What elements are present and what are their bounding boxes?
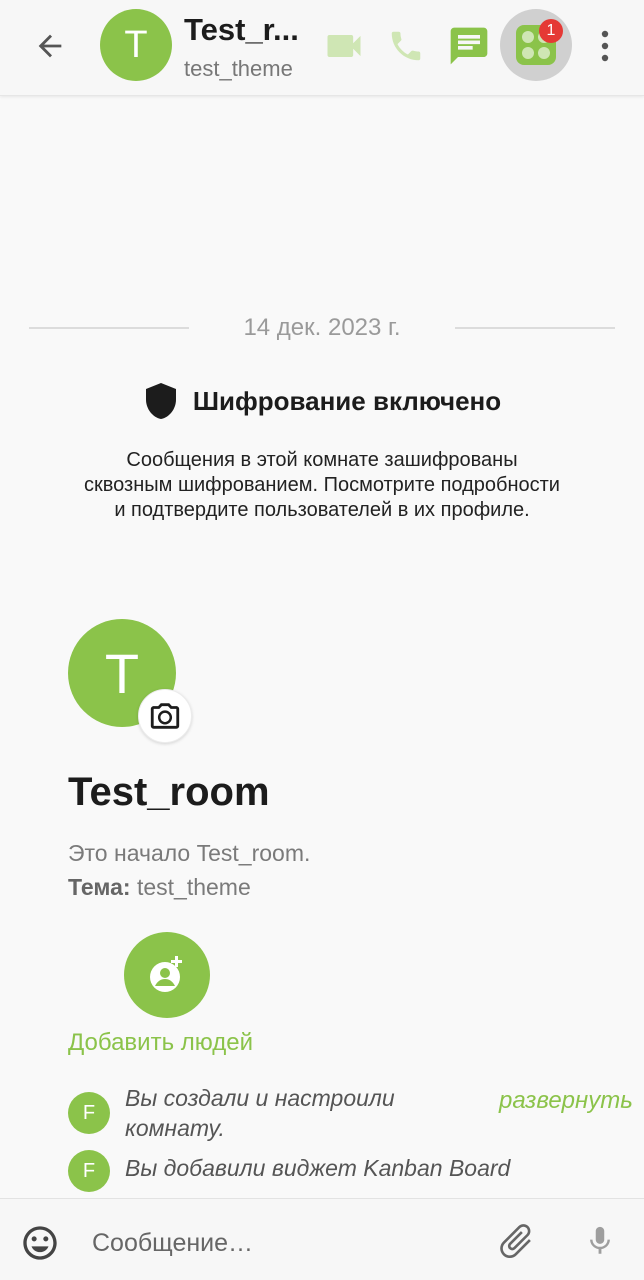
top-app-bar: T Test_r... test_theme 1	[0, 0, 644, 96]
chat-icon	[450, 27, 488, 65]
attach-button[interactable]	[494, 1219, 538, 1263]
room-avatar-letter: T	[124, 23, 148, 66]
widgets-badge: 1	[539, 19, 563, 43]
event-text-line: комнату.	[125, 1115, 225, 1141]
emoji-icon	[23, 1226, 57, 1260]
attachment-icon	[500, 1224, 531, 1259]
event-avatar[interactable]: F	[68, 1150, 110, 1192]
room-topic: test_theme	[184, 56, 293, 81]
widgets-button[interactable]	[500, 9, 572, 81]
back-arrow-icon	[38, 34, 62, 58]
room-intro-topic: Тема: test_theme	[68, 874, 251, 901]
encryption-notice: Шифрование включено	[0, 381, 644, 421]
voice-call-button[interactable]	[382, 22, 430, 70]
encryption-description: Сообщения в этой комнате зашифрованы скв…	[84, 449, 560, 521]
event-text-line: Вы создали и настроили	[125, 1085, 395, 1111]
room-intro-beginning: Это начало Test_room.	[68, 840, 311, 866]
date-separator: 14 дек. 2023 г.	[243, 314, 401, 341]
event-avatar-letter: F	[82, 1159, 96, 1182]
emoji-button[interactable]	[18, 1221, 62, 1265]
video-call-icon	[327, 35, 361, 57]
add-person-icon	[150, 956, 182, 992]
more-vert-icon	[601, 30, 609, 62]
microphone-icon	[590, 1226, 610, 1254]
room-avatar[interactable]: T	[100, 9, 172, 81]
room-intro-avatar-letter: T	[104, 641, 140, 705]
message-input[interactable]	[92, 1221, 472, 1265]
topic-label: Тема:	[68, 874, 131, 900]
expand-link[interactable]: развернуть	[499, 1087, 633, 1115]
event-avatar[interactable]: F	[68, 1092, 110, 1134]
video-call-button[interactable]	[320, 22, 368, 70]
room-intro-name: Test_room	[68, 770, 270, 814]
threads-button[interactable]	[445, 22, 493, 70]
phone-icon	[391, 31, 421, 61]
change-avatar-button[interactable]	[138, 689, 192, 743]
add-people-label[interactable]: Добавить людей	[68, 1029, 253, 1057]
voice-message-button[interactable]	[580, 1219, 620, 1263]
topic-value: test_theme	[136, 874, 251, 900]
camera-icon	[150, 703, 180, 729]
more-options-button[interactable]	[590, 22, 620, 70]
room-title[interactable]: Test_r...	[184, 12, 299, 48]
event-text: Вы создали и настроили комнату.	[125, 1083, 395, 1143]
event-text: Вы добавили виджет Kanban Board	[125, 1153, 510, 1183]
event-avatar-letter: F	[82, 1101, 96, 1124]
message-composer	[0, 1198, 644, 1280]
event-text-line: Вы добавили виджет Kanban Board	[125, 1155, 511, 1181]
shield-icon	[145, 383, 176, 419]
add-people-button[interactable]	[124, 932, 210, 1018]
encryption-title: Шифрование включено	[192, 385, 502, 416]
back-button[interactable]	[26, 22, 74, 70]
